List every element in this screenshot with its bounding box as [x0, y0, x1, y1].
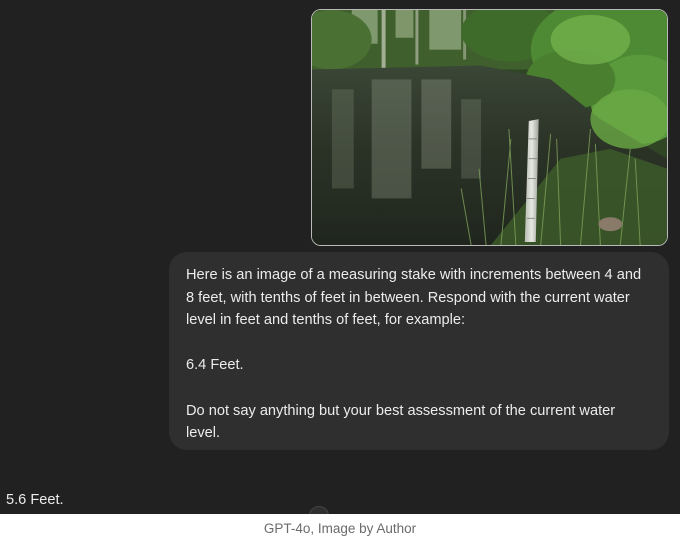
- user-message-line: Here is an image of a measuring stake wi…: [186, 267, 642, 283]
- user-message-bubble: Here is an image of a measuring stake wi…: [169, 252, 669, 450]
- user-image-attachment[interactable]: [311, 9, 668, 246]
- user-message-line: [186, 332, 653, 355]
- user-message-line: level.: [186, 425, 221, 442]
- user-message-line: 8 feet, with tenths of feet in between. …: [186, 289, 630, 306]
- assistant-reply: 5.6 Feet.: [6, 492, 64, 508]
- user-message-line: [186, 377, 653, 400]
- scroll-down-icon[interactable]: [309, 506, 329, 514]
- user-message-line: Do not say anything but your best assess…: [186, 402, 616, 419]
- chat-screen: Here is an image of a measuring stake wi…: [0, 0, 680, 514]
- user-message-line: 6.4 Feet.: [186, 357, 244, 374]
- pond-photo: [312, 10, 667, 245]
- user-message-line: level in feet and tenths of feet, for ex…: [186, 312, 466, 329]
- image-caption: GPT-4o, Image by Author: [0, 514, 680, 544]
